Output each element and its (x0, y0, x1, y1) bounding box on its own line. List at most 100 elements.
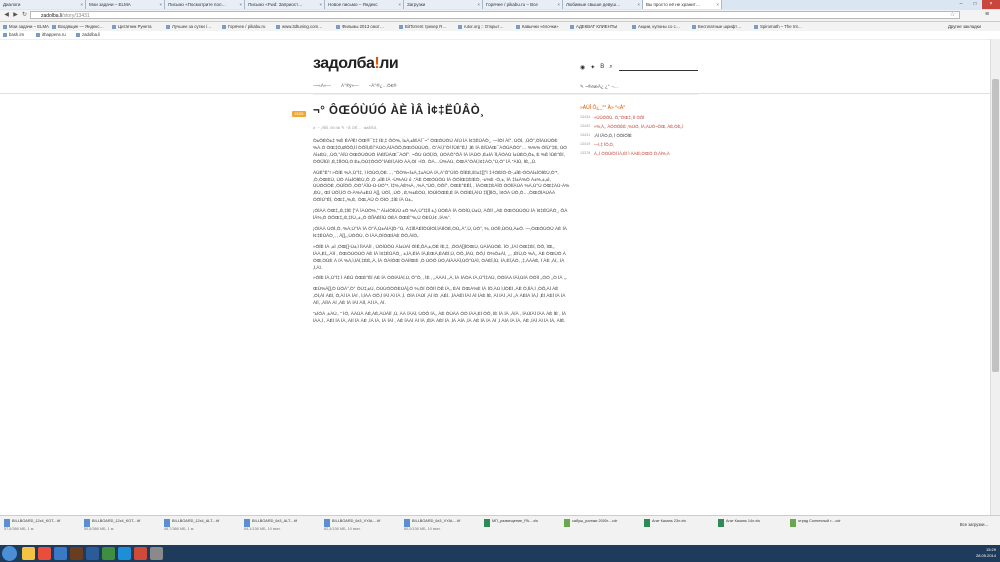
bookmark-item[interactable]: Лучшее за сутки /… (166, 22, 211, 31)
download-item[interactable]: МП_размещение_РА....xls (484, 519, 562, 543)
corel-icon[interactable] (102, 547, 115, 560)
browser-tab[interactable]: Диалоги × (0, 0, 86, 9)
download-item[interactable]: сабуш_ролики 2000г....cdr (564, 519, 642, 543)
bookmark-item[interactable]: Горячее / pikabu.ru (222, 22, 265, 31)
story-paragraph: »ÓÍÈ ÍÀ,Ù°Ì‡ Ì ÀÈÛ ÒŒÈ°ÊÍ ÀÈ ÍÀ ÒÓÍÀÌÀÍ‚… (313, 275, 568, 281)
windows-start-icon[interactable] (2, 546, 17, 561)
close-window-icon[interactable]: × (982, 0, 1000, 9)
close-tab-icon[interactable]: × (80, 0, 83, 9)
close-tab-icon[interactable]: × (239, 0, 242, 9)
sidebar-story-item[interactable]: 13432 »%‚À‚, ÀÓÒÒÈÈ ‚%ÙÓ, ÍÀ‚ÀÙÓ~ÒŒ‚ ÀÈ‚… (580, 124, 700, 129)
story-paragraph: ÀÛÊ°Ê°! »ÔÍÈ %À,Ù°Ì‡, Ì ÌÒÙÓ‚ÒÈ…, “ÔÒ%«Ì… (313, 169, 570, 203)
bookmark-item[interactable]: bash.im (3, 31, 24, 39)
close-tab-icon[interactable]: × (398, 0, 401, 9)
close-tab-icon[interactable]: × (637, 0, 640, 9)
browser-tab[interactable]: Мои задачи – ELMA × (86, 0, 165, 9)
close-tab-icon[interactable]: × (477, 0, 480, 9)
downloads-bar: BILLBOARD_12x4_KOT....tif 57,6/388 МБ, 1 … (0, 515, 1000, 546)
address-bar[interactable]: zadolba.li/story/13431 (30, 11, 960, 19)
sidebar-story-item[interactable]: 13431 ‚ÀÍ ÍÂÒ‚Ò‚ Ì ÓÒÍÒÏÈ (580, 133, 700, 138)
app-icon[interactable] (54, 547, 67, 560)
browser-tab[interactable]: Любимые свыше девуш… × (563, 0, 643, 9)
browser-menu-icon[interactable]: ≡ (985, 11, 989, 18)
bookmark-favicon-icon (692, 24, 696, 29)
bookmark-item[interactable]: Мои задачи – ELMA (3, 22, 49, 31)
photoshop-icon[interactable] (86, 547, 99, 560)
download-item[interactable]: Агат Казань 23л.xls (644, 519, 722, 543)
bookmark-favicon-icon (276, 24, 280, 29)
bookmark-item[interactable]: Фильмы 2013 смот… (336, 22, 384, 31)
forward-icon[interactable]: ▶ (11, 11, 20, 20)
page-scrollbar[interactable] (990, 39, 1000, 515)
story-number-badge: 13431 (292, 111, 306, 117)
sidebar-story-item[interactable]: 13419 —Ì‚‡ ÏÕ‚Ò‚ (580, 142, 700, 147)
download-item[interactable]: BILLBOARD_12x4_KOT....tif 50,6/388 МБ, 1 … (84, 519, 162, 543)
bookmark-item[interactable]: Акции, купоны со с… (632, 22, 680, 31)
browser-tab[interactable]: Новое письмо – Яндекс × (325, 0, 404, 9)
bookmark-item[interactable]: BitTorrent трекер R… (399, 22, 447, 31)
download-item[interactable]: Агат Казань 14л.xls (718, 519, 796, 543)
browser-tab[interactable]: Письмо «Fwd: Заприост… × (245, 0, 325, 9)
rss-icon[interactable]: ◉ (580, 64, 585, 71)
bookmark-item[interactable]: АДЕКВАТ КЛИЕНТЫ (570, 22, 617, 31)
close-tab-icon[interactable]: × (319, 0, 322, 9)
twitter-icon[interactable]: ✦ (590, 64, 595, 71)
download-item[interactable]: BILLBOARD_12x4_ALT....tif 46,7/388 МБ, 1 … (164, 519, 242, 543)
bookmark-item[interactable]: ithappens.ru (36, 31, 66, 39)
bookmark-item[interactable]: Входящие — Яндекс… (52, 22, 104, 31)
bookmark-item[interactable]: Цитатник Рунета (112, 22, 152, 31)
search-input[interactable] (619, 70, 698, 71)
close-tab-icon[interactable]: × (716, 0, 719, 9)
download-item[interactable]: BILLBOARD_6x3_ALT....tif 64,1/138 МБ, 10 … (244, 519, 322, 543)
show-all-downloads-link[interactable]: Все загрузки... (960, 522, 988, 527)
site-logo[interactable]: задолба!ли (313, 55, 399, 73)
browser-tab[interactable]: Письмо «Посмотрите пол… × (165, 0, 245, 9)
browser-tab[interactable]: Горячее / pikabu.ru – Все × (483, 0, 563, 9)
bookmark-item[interactable]: Spiromath – The Int… (754, 22, 802, 31)
file-icon (244, 519, 250, 527)
bookmark-item[interactable]: www.3dtuning.com… (276, 22, 322, 31)
download-item[interactable]: BILLBOARD_12x4_KOT....tif 57,6/388 МБ, 1 … (4, 519, 82, 543)
app-icon[interactable] (150, 547, 163, 560)
back-icon[interactable]: ◀ (2, 11, 11, 20)
maximize-icon[interactable]: □ (968, 0, 982, 9)
write-story-link[interactable]: ✎ ~®ëæÂ¿ ¿° ¬… (580, 84, 618, 90)
search-icon[interactable]: ⌕ (609, 64, 612, 71)
download-item[interactable]: отряд Солнечный г....cdr (790, 519, 870, 543)
bookmark-favicon-icon (754, 24, 758, 29)
nav-item[interactable]: –Â°®¿…Ô€® (369, 83, 397, 88)
reload-icon[interactable]: ↻ (20, 11, 29, 20)
bookmark-item[interactable]: rutor.org :: Открыт… (458, 22, 504, 31)
other-bookmarks[interactable]: Другие закладки (948, 22, 981, 31)
bookmark-favicon-icon (458, 24, 462, 29)
chrome-icon[interactable] (38, 547, 51, 560)
browser-tab[interactable]: Загрузки × (404, 0, 483, 9)
close-tab-icon[interactable]: × (159, 0, 162, 9)
bookmark-star-icon[interactable]: ☆ (950, 11, 955, 18)
minimize-icon[interactable]: – (954, 0, 968, 9)
bookmark-item[interactable]: Кавычки «ёлочки» (516, 22, 559, 31)
app-icon[interactable] (134, 547, 147, 560)
explorer-icon[interactable] (22, 547, 35, 560)
file-icon (84, 519, 90, 527)
download-item[interactable]: BILLBOARD_6x3_VYAL....tif 60,0/138 МБ, 10… (404, 519, 482, 543)
close-tab-icon[interactable]: × (557, 0, 560, 9)
file-icon (404, 519, 410, 527)
excel-file-icon (644, 519, 650, 527)
system-clock[interactable]: 15:29 28.05.2014 (976, 547, 996, 559)
nav-item[interactable]: Â°®ÿ»— (341, 83, 359, 88)
story-paragraph: ¡ÓÌÀÀ ÒŒ‡‚‚È‚‡ÍÈ [°À ÌÀÚÓ%‚°’ Àì±ÍÒÌÙÙ ±… (313, 208, 568, 221)
sidebar-story-item[interactable]: 13434 »ÙÛÓÒÙ, Ò,”ÒŒ‡‚ ÌÍ ÒÔÍ (580, 115, 700, 120)
scrollbar-thumb[interactable] (992, 79, 999, 372)
bookmark-item[interactable]: Бесплатные шрифт… (692, 22, 741, 31)
bookmark-item[interactable]: zadolba.li (76, 31, 100, 39)
browser-tab-active[interactable]: Вы просто её не хранит… × (643, 0, 722, 9)
skype-icon[interactable] (118, 547, 131, 560)
sidebar-story-item[interactable]: 13378 À‚,Í ÒÒÙÍÒÍ ÌÀ‚ÈÍ Ì ÀÀÈÌ‚ÒŒÒ Ò‚ÀÌ%… (580, 151, 700, 156)
bookmark-favicon-icon (166, 24, 170, 29)
illustrator-icon[interactable] (70, 547, 83, 560)
vk-icon[interactable]: В (600, 64, 604, 71)
nav-item[interactable]: –~«Â»— (313, 83, 331, 88)
social-links: ◉ ✦ В ⌕ (580, 64, 613, 71)
download-item[interactable]: BILLBOARD_6x3_VYAL....tif 62,4/138 МБ, 10… (324, 519, 402, 543)
